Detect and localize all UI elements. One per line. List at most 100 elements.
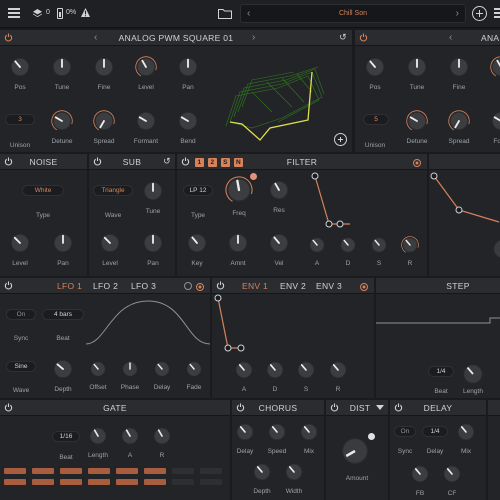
route-osc2-toggle[interactable]: 2 <box>208 158 217 167</box>
chorus-mix-knob[interactable] <box>299 422 319 442</box>
filter-env-r-knob[interactable] <box>401 236 419 254</box>
next-preset-icon[interactable]: › <box>456 8 459 19</box>
add-mod-icon[interactable] <box>334 133 347 146</box>
filter-vel-knob[interactable] <box>268 232 290 254</box>
power-icon[interactable] <box>93 157 102 166</box>
chorus-speed-knob[interactable] <box>267 422 287 442</box>
filter-env-a-knob[interactable] <box>308 236 326 254</box>
route-sub-toggle[interactable]: S <box>221 158 230 167</box>
env-link-icon[interactable] <box>412 157 422 167</box>
gate-step[interactable] <box>144 468 166 474</box>
power-icon[interactable] <box>330 403 339 412</box>
osc2-prev-icon[interactable]: ‹ <box>449 32 453 43</box>
reset-icon[interactable]: ↺ <box>163 156 171 167</box>
mod-envelope-graph[interactable] <box>429 172 500 232</box>
power-icon[interactable] <box>216 281 225 290</box>
pos-knob[interactable] <box>364 56 386 78</box>
route-osc1-toggle[interactable]: 1 <box>195 158 204 167</box>
power-icon[interactable] <box>4 403 13 412</box>
gate-step[interactable] <box>172 479 194 485</box>
lfo-sync-toggle[interactable]: On <box>6 309 36 320</box>
tab-lfo3[interactable]: LFO 3 <box>131 278 156 294</box>
env-r-knob[interactable] <box>328 360 348 380</box>
unison-display[interactable]: 5 <box>363 114 389 125</box>
sub-wave-select[interactable]: Triangle <box>93 185 133 196</box>
power-icon[interactable] <box>4 281 13 290</box>
gate-release-knob[interactable] <box>152 426 172 446</box>
env-graph[interactable] <box>212 294 252 354</box>
level-knob[interactable] <box>490 56 500 78</box>
sub-level-knob[interactable] <box>99 232 121 254</box>
env-link-icon[interactable] <box>359 281 369 291</box>
step-sequencer-display[interactable] <box>376 296 500 346</box>
filter-amnt-knob[interactable] <box>227 232 249 254</box>
power-icon[interactable] <box>236 403 245 412</box>
lfo-phase-knob[interactable] <box>121 360 139 378</box>
lfo-delay-knob[interactable] <box>153 360 171 378</box>
lfo-fade-knob[interactable] <box>185 360 203 378</box>
wavetable-display[interactable] <box>212 62 332 142</box>
warning-icon[interactable] <box>81 8 90 19</box>
fine-knob[interactable] <box>93 56 115 78</box>
delay-mix-knob[interactable] <box>456 422 476 442</box>
level-knob[interactable] <box>135 56 157 78</box>
tab-env3[interactable]: ENV 3 <box>316 278 342 294</box>
tune-knob[interactable] <box>51 56 73 78</box>
env-d-knob[interactable] <box>265 360 285 380</box>
sub-tune-knob[interactable] <box>142 180 164 202</box>
spread-knob[interactable] <box>93 110 115 132</box>
power-icon[interactable] <box>4 33 13 42</box>
lfo-offset-knob[interactable] <box>89 360 107 378</box>
chorus-delay-knob[interactable] <box>235 422 255 442</box>
power-icon[interactable] <box>394 403 403 412</box>
add-icon[interactable] <box>472 6 487 21</box>
tab-lfo2[interactable]: LFO 2 <box>93 278 118 294</box>
tab-lfo1[interactable]: LFO 1 <box>57 278 82 294</box>
filter-env-d-knob[interactable] <box>339 236 357 254</box>
detune-knob[interactable] <box>51 110 73 132</box>
filter-envelope-graph[interactable] <box>305 172 365 232</box>
menu-icon[interactable] <box>8 8 20 18</box>
bend-knob[interactable] <box>177 110 199 132</box>
preset-browser-bar[interactable]: ‹ Chill Son › <box>240 4 466 23</box>
dist-mod-dot[interactable] <box>368 433 375 440</box>
power-icon[interactable] <box>181 157 190 166</box>
tune-knob[interactable] <box>406 56 428 78</box>
gate-length-knob[interactable] <box>88 426 108 446</box>
delay-sync-toggle[interactable]: On <box>394 426 416 437</box>
loop-icon[interactable] <box>184 282 192 290</box>
fine-knob[interactable] <box>448 56 470 78</box>
env-link-icon[interactable] <box>195 281 205 291</box>
chorus-depth-knob[interactable] <box>252 462 272 482</box>
folder-icon[interactable] <box>218 8 232 21</box>
reset-icon[interactable]: ↺ <box>339 32 347 43</box>
detune-knob[interactable] <box>406 110 428 132</box>
gate-step[interactable] <box>88 479 110 485</box>
layers-icon[interactable] <box>33 9 42 18</box>
gate-beat-select[interactable]: 1/16 <box>52 431 80 442</box>
filter-key-knob[interactable] <box>186 232 208 254</box>
delay-beat-select[interactable]: 1/4 <box>422 426 448 437</box>
power-icon[interactable] <box>4 157 13 166</box>
lfo-waveform-display[interactable] <box>86 296 210 351</box>
overflow-icon[interactable] <box>494 8 500 18</box>
chevron-down-icon[interactable] <box>376 405 384 410</box>
lfo-beat-select[interactable]: 4 bars <box>42 309 84 320</box>
power-icon[interactable] <box>359 33 368 42</box>
freq-mod-dot[interactable] <box>250 173 257 180</box>
filter-env-s-knob[interactable] <box>370 236 388 254</box>
noise-type-select[interactable]: White <box>22 185 64 196</box>
tab-env1[interactable]: ENV 1 <box>242 278 268 294</box>
gate-step[interactable] <box>172 468 194 474</box>
osc1-next-icon[interactable]: › <box>252 32 256 43</box>
gate-step[interactable] <box>32 468 54 474</box>
dist-amount-knob[interactable] <box>340 436 370 466</box>
step-beat-select[interactable]: 1/4 <box>428 366 454 377</box>
delay-cf-knob[interactable] <box>442 464 462 484</box>
noise-pan-knob[interactable] <box>52 232 74 254</box>
gate-step[interactable] <box>4 479 26 485</box>
pos-knob[interactable] <box>9 56 31 78</box>
gate-step[interactable] <box>32 479 54 485</box>
gate-step[interactable] <box>88 468 110 474</box>
delay-fb-knob[interactable] <box>410 464 430 484</box>
